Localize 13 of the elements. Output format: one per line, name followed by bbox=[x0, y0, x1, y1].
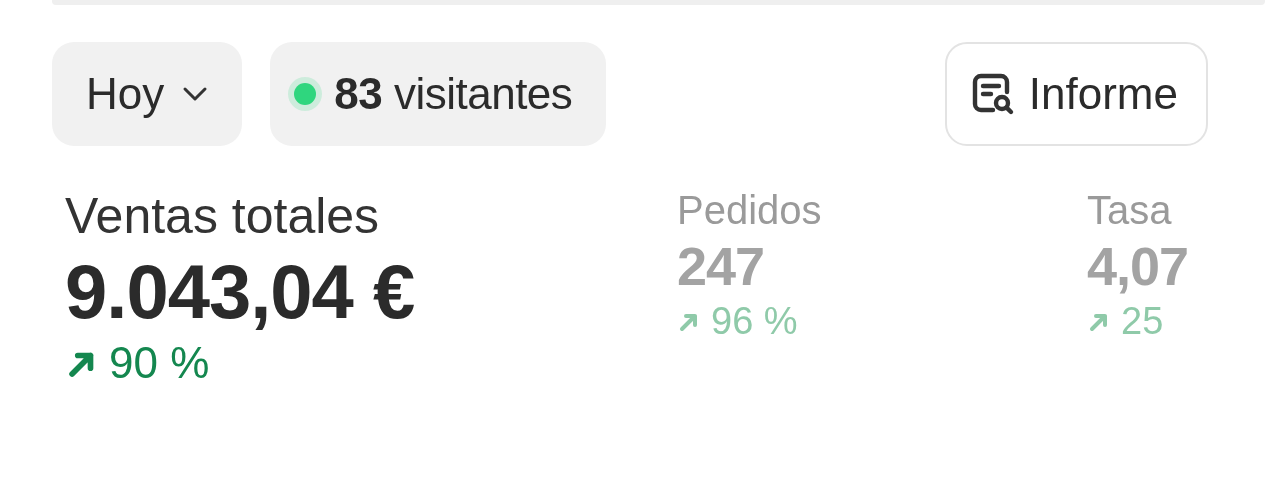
metric-value: 9.043,04 € bbox=[65, 248, 415, 336]
chevron-down-icon bbox=[182, 86, 209, 102]
trend-percentage: 90 % bbox=[109, 337, 210, 390]
metric-value: 4,07 bbox=[1087, 235, 1189, 298]
period-dropdown[interactable]: Hoy bbox=[52, 42, 243, 146]
trend-percentage: 96 % bbox=[711, 298, 798, 344]
metric-value: 247 bbox=[677, 235, 765, 298]
metric-label: Tasa bbox=[1087, 187, 1172, 234]
trend-percentage: 25 bbox=[1121, 298, 1164, 344]
live-visitors-button[interactable]: 83 visitantes bbox=[270, 42, 607, 146]
metric-label: Pedidos bbox=[677, 187, 822, 234]
report-button[interactable]: Informe bbox=[944, 42, 1208, 146]
metric-label: Ventas totales bbox=[65, 187, 380, 246]
